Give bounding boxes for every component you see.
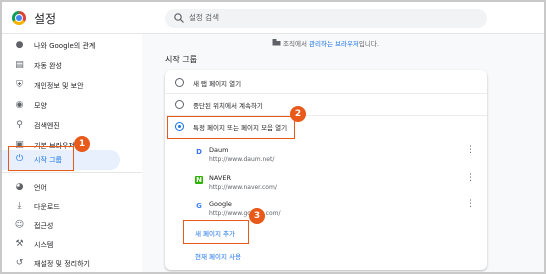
- google-favicon-icon: G: [196, 202, 202, 210]
- option-new-tab[interactable]: 새 탭 페이지 열기: [165, 72, 487, 94]
- managed-notice-prefix: 조직에서: [283, 40, 309, 48]
- sidebar-item-you-and-google[interactable]: ● 나와 Google의 관계: [2, 36, 120, 56]
- sidebar-item-label: 접근성: [34, 222, 54, 230]
- search-icon: ⚲: [16, 120, 23, 130]
- chrome-logo-icon: [12, 11, 26, 25]
- startup-page-row: G Google http://www.google.com/ ⋮: [165, 198, 487, 222]
- sidebar-item-label: 다운로드: [34, 203, 60, 211]
- page-title: 설정: [34, 12, 57, 26]
- annotation-badge-3: 3: [249, 208, 265, 224]
- wrench-icon: ⚒: [15, 239, 24, 249]
- sidebar-item-languages[interactable]: ◕ 언어: [2, 178, 120, 198]
- radio-button[interactable]: [175, 100, 184, 109]
- sidebar-item-search-engine[interactable]: ⚲ 검색엔진: [2, 116, 120, 136]
- option-continue[interactable]: 중단된 위치에서 계속하기: [165, 94, 487, 116]
- radio-button[interactable]: [175, 78, 184, 87]
- sidebar-item-label: 시스템: [34, 241, 54, 249]
- sidebar-item-downloads[interactable]: ⤓ 다운로드: [2, 197, 120, 217]
- sidebar-divider: [2, 172, 142, 173]
- sidebar-item-label: 검색엔진: [34, 122, 60, 130]
- option-label: 중단된 위치에서 계속하기: [193, 102, 263, 110]
- managed-notice: 조직에서 관리하는 브라우저입니다.: [283, 38, 379, 48]
- clipboard-icon: ▤: [15, 60, 24, 70]
- option-label: 새 탭 페이지 열기: [193, 80, 242, 88]
- sidebar-item-label: 언어: [34, 184, 47, 192]
- more-options-icon[interactable]: ⋮: [466, 146, 475, 162]
- header: 설정 설정 검색: [2, 2, 544, 34]
- sidebar-item-reset[interactable]: ↺ 재설정 및 정리하기: [2, 254, 120, 272]
- startup-page-row: N NAVER http://www.naver.com/ ⋮: [165, 172, 487, 196]
- daum-favicon-icon: D: [196, 148, 202, 156]
- use-current-pages-link[interactable]: 현재 페이지 사용: [195, 251, 241, 261]
- globe-icon: ◕: [15, 182, 24, 192]
- annotation-box-1: [8, 146, 74, 171]
- annotation-box-2: [167, 116, 295, 139]
- annotation-box-3: [183, 220, 249, 244]
- site-name: Google: [209, 200, 232, 208]
- sidebar-item-label: 개인정보 및 보안: [34, 82, 84, 90]
- more-options-icon[interactable]: ⋮: [466, 200, 475, 216]
- site-url: http://www.google.com/: [209, 210, 281, 217]
- building-icon: [272, 39, 281, 46]
- sidebar-item-appearance[interactable]: ◉ 모양: [2, 96, 120, 116]
- sidebar-item-label: 모양: [34, 102, 47, 110]
- sidebar-item-privacy[interactable]: ⛨ 개인정보 및 보안: [2, 76, 120, 96]
- shield-icon: ⛨: [16, 80, 23, 90]
- more-options-icon[interactable]: ⋮: [466, 174, 475, 190]
- sidebar-item-label: 자동 완성: [34, 62, 62, 70]
- site-name: Daum: [209, 146, 229, 154]
- sidebar-item-label: 재설정 및 정리하기: [34, 260, 90, 268]
- managed-browser-link[interactable]: 관리하는 브라우저: [309, 40, 359, 48]
- search-placeholder: 설정 검색: [189, 13, 219, 22]
- sidebar-item-accessibility[interactable]: ☺ 접근성: [2, 216, 120, 236]
- section-title: 시작 그룹: [165, 55, 197, 64]
- startup-page-row: D Daum http://www.daum.net/ ⋮: [165, 144, 487, 168]
- settings-window: 설정 설정 검색 ● 나와 Google의 관계 ▤ 자동 완성 ⛨ 개인정보 …: [0, 0, 546, 274]
- sidebar-item-label: 나와 Google의 관계: [34, 42, 96, 50]
- palette-icon: ◉: [15, 100, 24, 110]
- sidebar-item-system[interactable]: ⚒ 시스템: [2, 235, 120, 255]
- naver-favicon-icon: N: [195, 176, 203, 184]
- annotation-badge-1: 1: [74, 136, 90, 152]
- search-icon: [174, 13, 184, 23]
- annotation-badge-2: 2: [290, 106, 306, 122]
- accessibility-icon: ☺: [14, 220, 25, 230]
- site-name: NAVER: [209, 174, 231, 182]
- search-input[interactable]: 설정 검색: [165, 9, 487, 28]
- download-icon: ⤓: [17, 201, 22, 211]
- reset-icon: ↺: [15, 258, 24, 268]
- site-url: http://www.naver.com/: [209, 184, 277, 191]
- sidebar-item-autofill[interactable]: ▤ 자동 완성: [2, 56, 120, 76]
- managed-notice-suffix: 입니다.: [358, 40, 379, 48]
- site-url: http://www.daum.net/: [209, 156, 275, 163]
- person-icon: ●: [15, 40, 24, 50]
